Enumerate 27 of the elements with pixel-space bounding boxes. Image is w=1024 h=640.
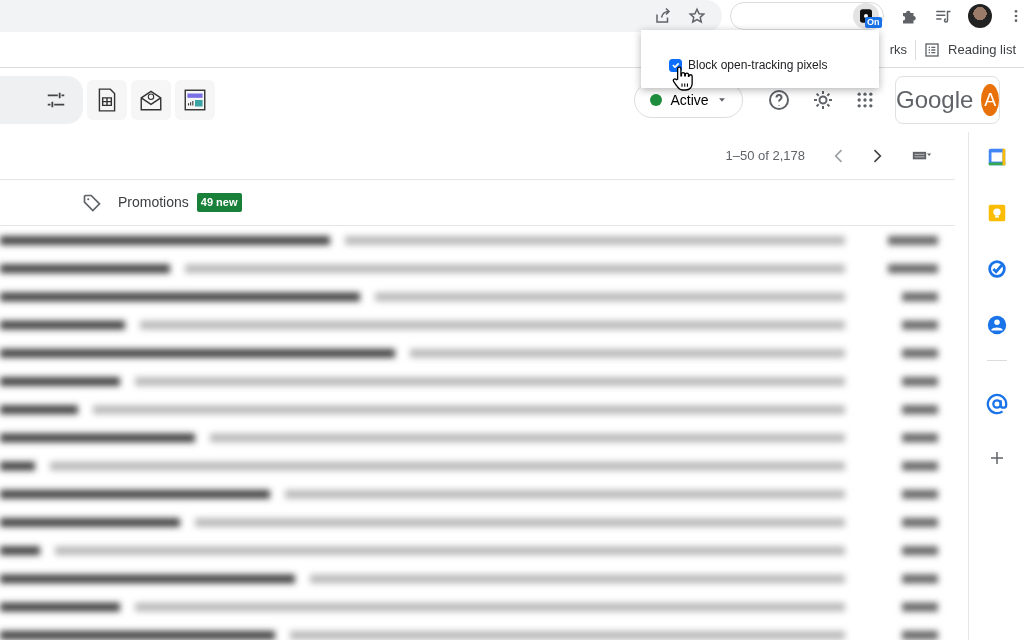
category-label[interactable]: Promotions <box>118 192 189 213</box>
toolbar-button[interactable] <box>87 80 127 120</box>
search-field[interactable] <box>0 76 83 124</box>
checkbox-label: Block open-tracking pixels <box>688 57 828 74</box>
logo-text: Google <box>896 85 974 115</box>
share-icon[interactable] <box>654 7 673 25</box>
extension-badge: On <box>865 17 882 28</box>
at-sign-icon[interactable] <box>985 393 1008 415</box>
reading-list-icon[interactable] <box>924 41 941 58</box>
extension-button[interactable]: On <box>853 3 879 29</box>
tag-icon <box>82 192 102 213</box>
dashboard-icon <box>182 87 208 113</box>
profile-avatar[interactable] <box>968 4 992 28</box>
page-range: 1–50 of 2,178 <box>725 146 805 165</box>
toolbar-button[interactable] <box>131 80 171 120</box>
help-icon[interactable] <box>767 88 791 112</box>
bookmark-link[interactable]: rks <box>889 39 908 60</box>
new-count-badge: 49 new <box>196 193 242 212</box>
bookmark-link[interactable]: Reading list <box>948 39 1016 60</box>
star-icon[interactable] <box>688 7 707 25</box>
apps-icon[interactable] <box>855 90 875 110</box>
status-dot <box>650 94 663 106</box>
checkmark-icon[interactable] <box>985 258 1008 280</box>
settings-icon[interactable] <box>811 88 835 112</box>
account-box[interactable]: Google A <box>895 76 1000 124</box>
toolbar-button[interactable] <box>175 80 215 120</box>
contact-icon[interactable] <box>985 314 1008 336</box>
